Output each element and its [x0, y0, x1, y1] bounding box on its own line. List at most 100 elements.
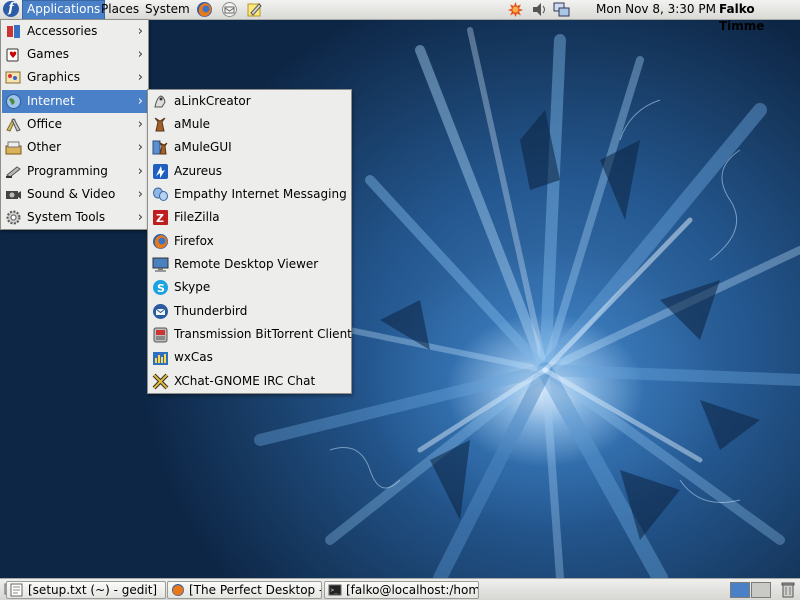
- menu-item-office[interactable]: Office ›: [2, 113, 147, 136]
- menu-item-xchat-gnome[interactable]: XChat-GNOME IRC Chat: [149, 370, 350, 393]
- svg-text:>_: >_: [331, 587, 339, 594]
- menu-item-sound-video[interactable]: Sound & Video ›: [2, 183, 147, 206]
- menu-item-amule[interactable]: aMule: [149, 113, 350, 136]
- azureus-icon: [153, 164, 168, 179]
- taskbar-item-label: [falko@localhost:/hom...: [346, 583, 479, 597]
- xchat-icon: [152, 373, 169, 390]
- amulegui-icon: [152, 140, 168, 155]
- system-tools-icon: [6, 210, 21, 225]
- taskbar-item-terminal[interactable]: >_ [falko@localhost:/hom...: [324, 581, 479, 599]
- top-panel: f Applications Places System Mon Nov 8, …: [0, 0, 800, 33]
- submenu-arrow-icon: ›: [137, 117, 143, 132]
- submenu-arrow-icon: ›: [137, 24, 143, 39]
- submenu-arrow-icon: ›: [137, 187, 143, 202]
- filezilla-icon: Z: [153, 210, 168, 225]
- other-icon: [5, 141, 22, 155]
- svg-text:Z: Z: [156, 212, 164, 225]
- menu-item-label: Graphics: [27, 70, 80, 84]
- menu-item-remote-desktop-viewer[interactable]: Remote Desktop Viewer: [149, 253, 350, 276]
- menu-item-label: Firefox: [174, 234, 214, 248]
- menu-item-label: Thunderbird: [174, 304, 248, 318]
- menu-item-accessories[interactable]: Accessories ›: [2, 20, 147, 43]
- submenu-arrow-icon: ›: [137, 140, 143, 155]
- submenu-arrow-icon: ›: [137, 164, 143, 179]
- alinkcreator-icon: [154, 95, 166, 108]
- panel-clock[interactable]: Mon Nov 8, 3:30 PM: [596, 1, 716, 18]
- firefox-icon: [172, 584, 184, 596]
- remote-desktop-icon: [152, 257, 169, 272]
- menu-item-internet[interactable]: Internet ›: [2, 90, 147, 113]
- update-notifier-icon[interactable]: [507, 1, 524, 18]
- menu-item-programming[interactable]: Programming ›: [2, 160, 147, 183]
- mail-launcher-icon[interactable]: [221, 1, 238, 18]
- menu-item-other[interactable]: Other ›: [2, 136, 147, 159]
- menu-item-label: Internet: [27, 94, 75, 108]
- menu-item-firefox[interactable]: Firefox: [149, 230, 350, 253]
- submenu-arrow-icon: ›: [137, 210, 143, 225]
- menu-item-filezilla[interactable]: Z FileZilla: [149, 206, 350, 229]
- applications-menu-button[interactable]: Applications: [22, 0, 106, 20]
- games-icon: ♥: [6, 48, 19, 62]
- user-name[interactable]: Falko Timme: [719, 1, 800, 35]
- menu-item-label: System Tools: [27, 210, 106, 224]
- taskbar-item-label: [setup.txt (~) - gedit]: [28, 583, 158, 597]
- skype-icon: S: [153, 280, 168, 295]
- text-editor-launcher-icon[interactable]: [246, 1, 263, 18]
- menu-item-label: Azureus: [174, 164, 223, 178]
- empathy-icon: [153, 187, 168, 201]
- places-menu-button[interactable]: Places: [97, 1, 143, 18]
- firefox-launcher-icon[interactable]: [196, 1, 213, 18]
- volume-icon[interactable]: [531, 1, 548, 18]
- workspace-2-button[interactable]: [751, 582, 771, 598]
- wxcas-icon: [153, 352, 168, 365]
- menu-item-label: Remote Desktop Viewer: [174, 257, 319, 271]
- graphics-icon: [5, 71, 21, 84]
- menu-item-alinkcreator[interactable]: aLinkCreator: [149, 90, 350, 113]
- menu-item-label: Transmission BitTorrent Client: [174, 327, 352, 341]
- internet-icon: [6, 94, 21, 109]
- trash-icon[interactable]: [780, 581, 796, 598]
- menu-item-label: aMuleGUI: [174, 140, 232, 154]
- menu-item-empathy[interactable]: Empathy Internet Messaging: [149, 183, 350, 206]
- menu-item-wxcas[interactable]: wxCas: [149, 346, 350, 369]
- terminal-icon: >_: [328, 584, 342, 596]
- workspace-1-button[interactable]: [730, 582, 750, 598]
- taskbar-item-gedit[interactable]: [setup.txt (~) - gedit]: [6, 581, 166, 599]
- menu-item-label: XChat-GNOME IRC Chat: [174, 374, 316, 388]
- menu-item-system-tools[interactable]: System Tools ›: [2, 206, 147, 229]
- fedora-logo-icon[interactable]: f: [3, 1, 19, 17]
- submenu-arrow-icon: ›: [137, 94, 143, 109]
- amule-icon: [154, 117, 166, 132]
- menu-item-skype[interactable]: S Skype: [149, 276, 350, 299]
- transmission-icon: [153, 327, 168, 343]
- office-icon: [6, 118, 21, 132]
- svg-text:♥: ♥: [9, 51, 17, 61]
- svg-text:S: S: [157, 282, 165, 295]
- gedit-icon: [10, 583, 23, 597]
- menu-item-label: Games: [27, 47, 69, 61]
- menu-item-label: Empathy Internet Messaging: [174, 187, 347, 201]
- internet-submenu: aLinkCreator aMule aMuleGUI Azureus Empa…: [147, 89, 352, 394]
- network-icon[interactable]: [553, 1, 570, 18]
- accessories-icon: [7, 25, 20, 38]
- menu-item-azureus[interactable]: Azureus: [149, 160, 350, 183]
- menu-item-games[interactable]: ♥ Games ›: [2, 43, 147, 66]
- menu-item-transmission[interactable]: Transmission BitTorrent Client: [149, 323, 352, 346]
- menu-item-label: Sound & Video: [27, 187, 116, 201]
- menu-item-amulegui[interactable]: aMuleGUI: [149, 136, 350, 159]
- menu-item-label: Office: [27, 117, 63, 131]
- menu-item-graphics[interactable]: Graphics ›: [2, 66, 147, 89]
- submenu-arrow-icon: ›: [137, 70, 143, 85]
- taskbar-item-label: [The Perfect Desktop -...: [189, 583, 322, 597]
- menu-item-thunderbird[interactable]: Thunderbird: [149, 300, 350, 323]
- sound-video-icon: [6, 191, 21, 199]
- system-menu-button[interactable]: System: [141, 1, 194, 18]
- menu-item-label: wxCas: [174, 350, 213, 364]
- menu-item-label: aLinkCreator: [174, 94, 251, 108]
- taskbar-item-firefox[interactable]: [The Perfect Desktop -...: [167, 581, 322, 599]
- menu-item-label: FileZilla: [174, 210, 220, 224]
- thunderbird-icon: [153, 304, 168, 319]
- menu-item-label: Skype: [174, 280, 211, 294]
- bottom-panel: [setup.txt (~) - gedit] [The Perfect Des…: [0, 578, 800, 600]
- applications-menu: Accessories › ♥ Games › Graphics › Inter…: [0, 19, 149, 230]
